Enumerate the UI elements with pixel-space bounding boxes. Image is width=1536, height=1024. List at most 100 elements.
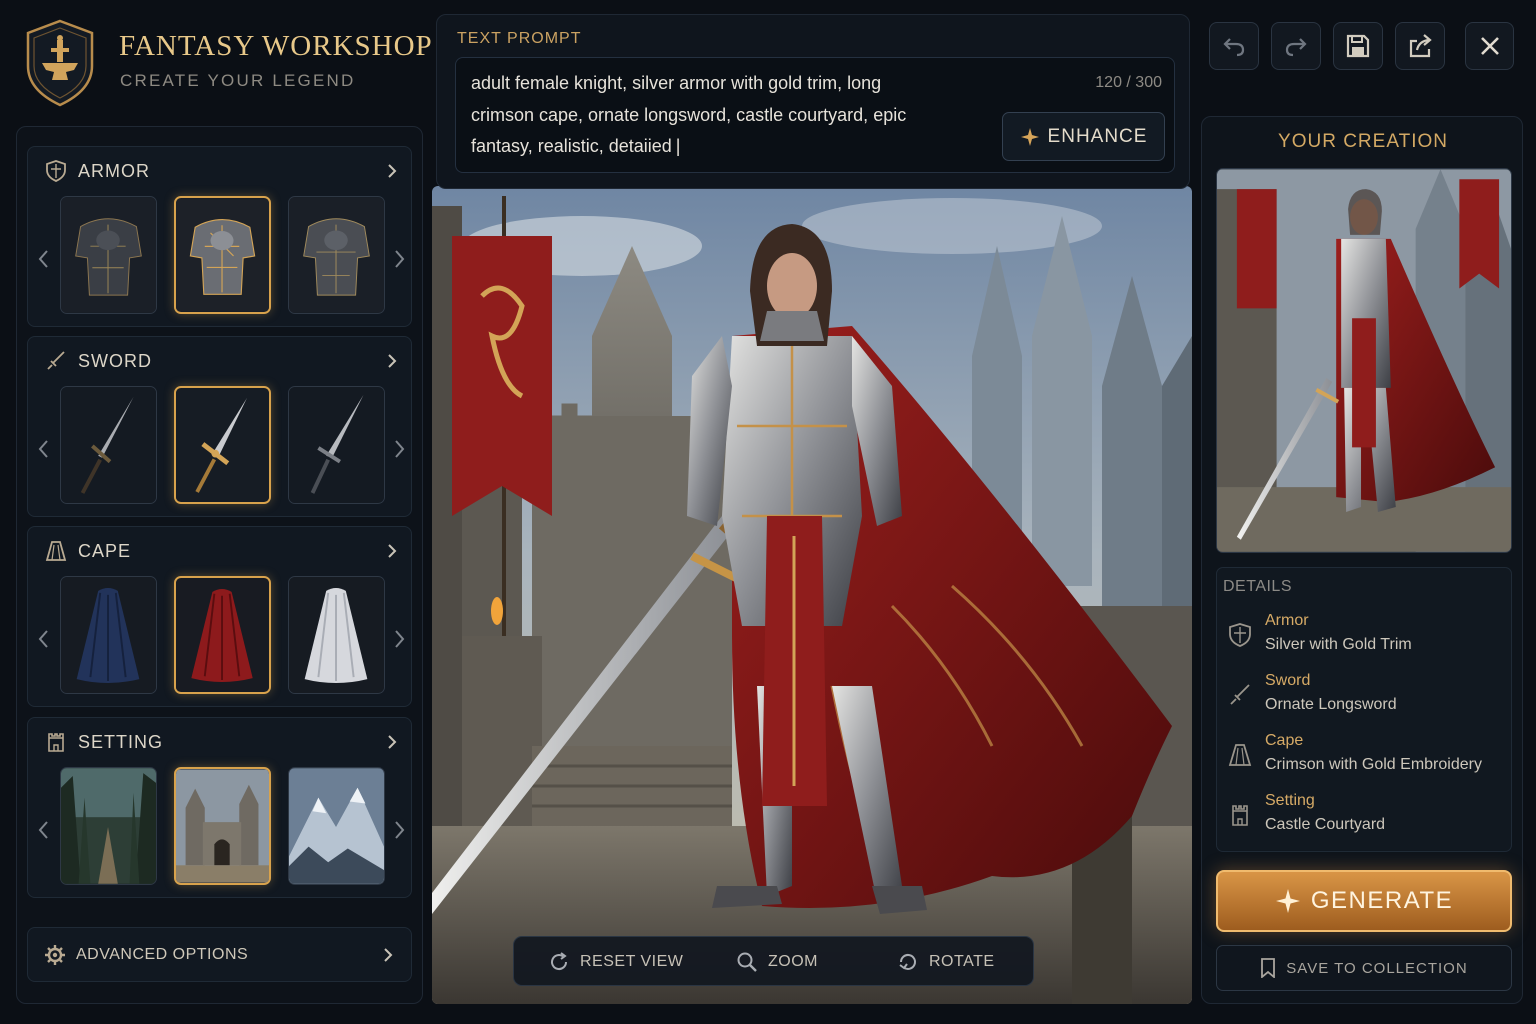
knight-preview-image [432, 186, 1192, 1004]
chevron-right-icon [388, 354, 397, 368]
sword-label: SWORD [78, 350, 152, 371]
cape-icon [1228, 744, 1252, 766]
character-count: 120 / 300 [1095, 74, 1162, 91]
detail-setting-name: Setting [1265, 792, 1315, 809]
cape-option-white-cape[interactable] [288, 576, 385, 694]
sword-section: SWORD [27, 336, 412, 517]
armor-label: ARMOR [78, 160, 150, 181]
anvil-shield-logo-icon [26, 19, 94, 107]
redo-icon [1285, 38, 1307, 57]
text-prompt-label: TEXT PROMPT [457, 30, 582, 47]
redo-button[interactable] [1271, 22, 1321, 70]
detail-armor: Armor Silver with Gold Trim [1227, 612, 1507, 660]
rotate-button[interactable]: ROTATE [897, 949, 995, 975]
creation-panel: YOUR CREATION DETAILS Armor Silver with … [1201, 116, 1523, 1004]
chevron-right-icon [388, 164, 397, 178]
preview-canvas[interactable] [432, 186, 1192, 1004]
detail-sword: Sword Ornate Longsword [1227, 672, 1507, 720]
close-icon [1480, 37, 1499, 55]
creation-thumbnail[interactable] [1216, 168, 1512, 553]
cape-header[interactable]: CAPE [44, 539, 399, 563]
armor-prev-arrow-icon[interactable] [38, 249, 50, 269]
setting-option-snowy-peaks[interactable] [288, 767, 385, 885]
chevron-right-icon [384, 947, 393, 962]
customization-panel: ARMOR SWORD CAPE SETTING ADVANCED OPTION… [16, 126, 423, 1004]
sparkle-icon [1275, 889, 1300, 913]
enhance-button[interactable]: ENHANCE [1002, 112, 1165, 161]
armor-option-engraved-armor[interactable] [288, 196, 385, 314]
close-button[interactable] [1465, 22, 1514, 70]
chevron-right-icon [388, 735, 397, 749]
zoom-icon [737, 952, 757, 972]
app-subtitle: CREATE YOUR LEGEND [120, 71, 356, 90]
armor-header[interactable]: ARMOR [44, 159, 399, 183]
detail-sword-name: Sword [1265, 672, 1311, 689]
detail-setting-value: Castle Courtyard [1265, 816, 1386, 833]
cape-option-navy-cape[interactable] [60, 576, 157, 694]
reset-icon [551, 952, 568, 971]
setting-next-arrow-icon[interactable] [393, 820, 405, 840]
creation-thumbnail-image [1217, 169, 1511, 552]
text-prompt-input[interactable]: adult female knight, silver armor with g… [455, 57, 1175, 173]
save-icon [1346, 34, 1370, 58]
armor-option-silver-gold-armor[interactable] [174, 196, 271, 314]
generate-label: GENERATE [1310, 887, 1454, 914]
armor-option-dark-armor[interactable] [60, 196, 157, 314]
setting-prev-arrow-icon[interactable] [38, 820, 50, 840]
save-button[interactable] [1333, 22, 1383, 70]
reset-view-button[interactable]: RESET VIEW [548, 949, 683, 975]
advanced-options-button[interactable]: ADVANCED OPTIONS [27, 927, 412, 982]
cape-icon [45, 541, 67, 561]
enhance-label: ENHANCE [1047, 125, 1148, 147]
cape-prev-arrow-icon[interactable] [38, 629, 50, 649]
share-icon [1409, 34, 1432, 58]
sword-option-ornate-gold-sword[interactable] [174, 386, 271, 504]
reset-view-label: RESET VIEW [580, 953, 684, 970]
app-title: FANTASY WORKSHOP [119, 30, 433, 62]
setting-label: SETTING [78, 731, 164, 752]
armor-next-arrow-icon[interactable] [393, 249, 405, 269]
detail-cape-value: Crimson with Gold Embroidery [1265, 756, 1482, 773]
save-to-collection-label: SAVE TO COLLECTION [1286, 959, 1468, 977]
sword-option-steel-sword[interactable] [288, 386, 385, 504]
setting-header[interactable]: SETTING [44, 730, 399, 754]
cape-option-crimson-cape[interactable] [174, 576, 271, 694]
sword-option-plain-sword[interactable] [60, 386, 157, 504]
zoom-label: ZOOM [768, 953, 818, 970]
undo-button[interactable] [1209, 22, 1259, 70]
chevron-right-icon [388, 544, 397, 558]
detail-setting: Setting Castle Courtyard [1227, 792, 1507, 840]
shield-icon [1229, 623, 1251, 647]
save-to-collection-button[interactable]: SAVE TO COLLECTION [1216, 945, 1512, 991]
generate-button[interactable]: GENERATE [1216, 870, 1512, 932]
sword-header[interactable]: SWORD [44, 349, 399, 373]
bookmark-icon [1261, 958, 1276, 978]
setting-option-forest-path[interactable] [60, 767, 157, 885]
advanced-options-label: ADVANCED OPTIONS [76, 945, 249, 963]
text-prompt-panel: TEXT PROMPT adult female knight, silver … [436, 14, 1190, 189]
sword-next-arrow-icon[interactable] [393, 439, 405, 459]
detail-cape: Cape Crimson with Gold Embroidery [1227, 732, 1507, 780]
sparkle-icon [1020, 127, 1039, 146]
sword-prev-arrow-icon[interactable] [38, 439, 50, 459]
zoom-button[interactable]: ZOOM [736, 949, 818, 975]
sword-icon [1230, 684, 1250, 705]
detail-cape-name: Cape [1265, 732, 1304, 749]
text-prompt-value[interactable]: adult female knight, silver armor with g… [471, 68, 911, 163]
detail-sword-value: Ornate Longsword [1265, 696, 1397, 713]
cape-next-arrow-icon[interactable] [393, 629, 405, 649]
shield-icon [46, 160, 66, 182]
detail-armor-value: Silver with Gold Trim [1265, 636, 1412, 653]
share-button[interactable] [1395, 22, 1445, 70]
sword-icon [47, 351, 65, 370]
castle-tower-icon [48, 733, 64, 752]
cape-label: CAPE [78, 540, 132, 561]
rotate-label: ROTATE [929, 953, 995, 970]
view-toolbar: RESET VIEW ZOOM ROTATE [513, 936, 1034, 986]
castle-tower-icon [1232, 805, 1248, 826]
rotate-icon [899, 953, 916, 970]
undo-icon [1223, 38, 1245, 57]
setting-section: SETTING [27, 717, 412, 898]
setting-option-castle-courtyard[interactable] [174, 767, 271, 885]
armor-section: ARMOR [27, 146, 412, 327]
